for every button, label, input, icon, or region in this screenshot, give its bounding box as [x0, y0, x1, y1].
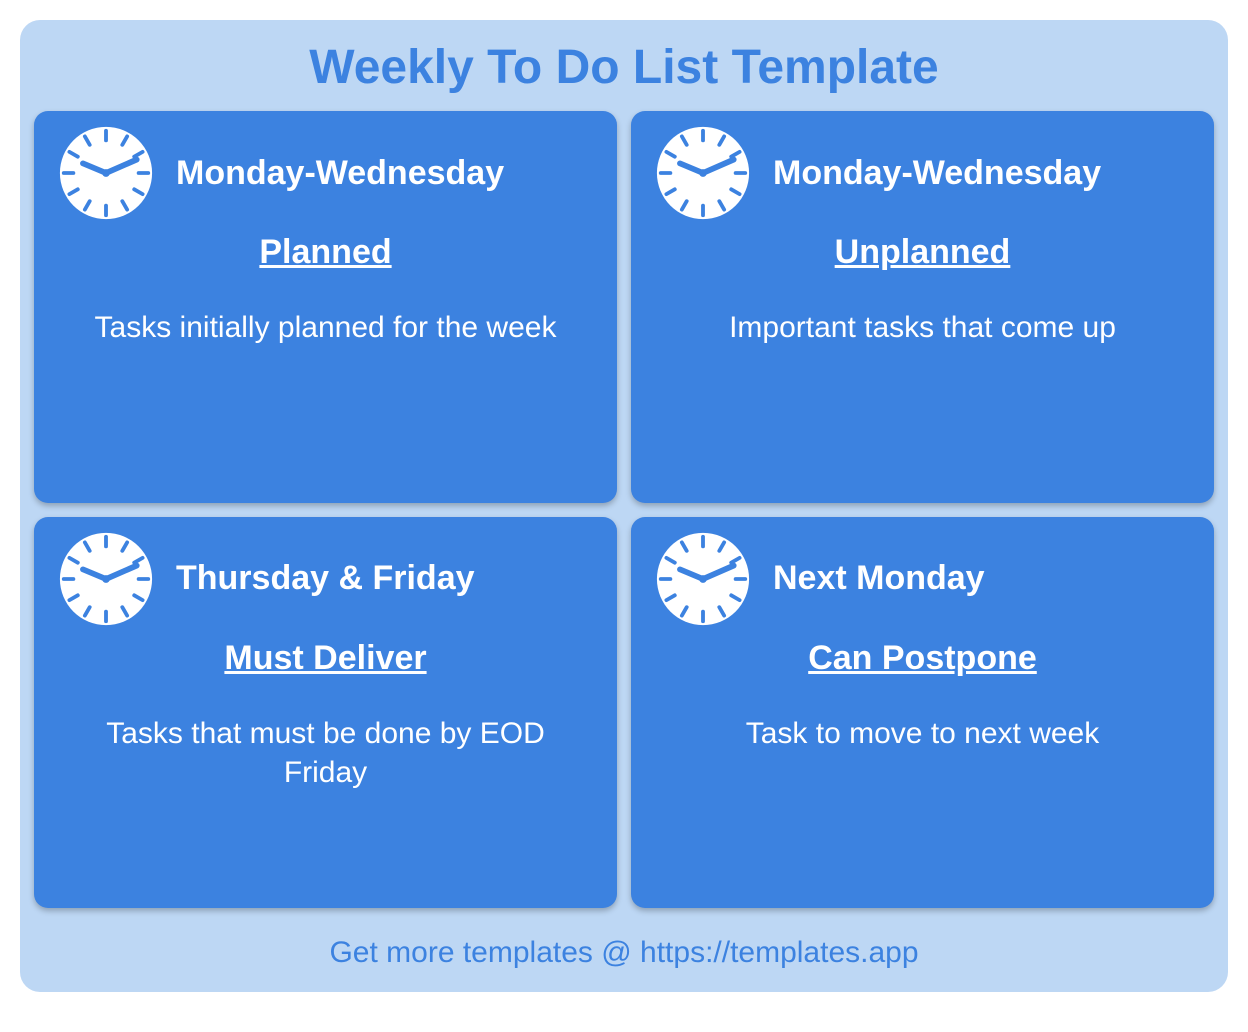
card-days: Monday-Wednesday [773, 154, 1101, 193]
card-grid: Monday-Wednesday Planned Tasks initially… [20, 111, 1228, 918]
card-days: Next Monday [773, 559, 985, 598]
template-container: Weekly To Do List Template [20, 20, 1228, 992]
card-description: Task to move to next week [655, 714, 1190, 753]
card-planned: Monday-Wednesday Planned Tasks initially… [34, 111, 617, 503]
card-header: Next Monday [655, 531, 1190, 627]
card-must-deliver: Thursday & Friday Must Deliver Tasks tha… [34, 517, 617, 909]
card-header: Monday-Wednesday [655, 125, 1190, 221]
card-category: Planned [58, 233, 593, 272]
card-days: Monday-Wednesday [176, 154, 504, 193]
card-header: Monday-Wednesday [58, 125, 593, 221]
page-title: Weekly To Do List Template [20, 40, 1228, 95]
card-description: Tasks initially planned for the week [58, 308, 593, 347]
clock-icon [655, 125, 751, 221]
card-description: Tasks that must be done by EOD Friday [58, 714, 593, 792]
clock-icon [58, 125, 154, 221]
card-days: Thursday & Friday [176, 559, 475, 598]
card-can-postpone: Next Monday Can Postpone Task to move to… [631, 517, 1214, 909]
card-category: Can Postpone [655, 639, 1190, 678]
card-category: Must Deliver [58, 639, 593, 678]
clock-icon [655, 531, 751, 627]
card-category: Unplanned [655, 233, 1190, 272]
footer-text: Get more templates @ https://templates.a… [20, 918, 1228, 992]
clock-icon [58, 531, 154, 627]
card-header: Thursday & Friday [58, 531, 593, 627]
card-unplanned: Monday-Wednesday Unplanned Important tas… [631, 111, 1214, 503]
card-description: Important tasks that come up [655, 308, 1190, 347]
